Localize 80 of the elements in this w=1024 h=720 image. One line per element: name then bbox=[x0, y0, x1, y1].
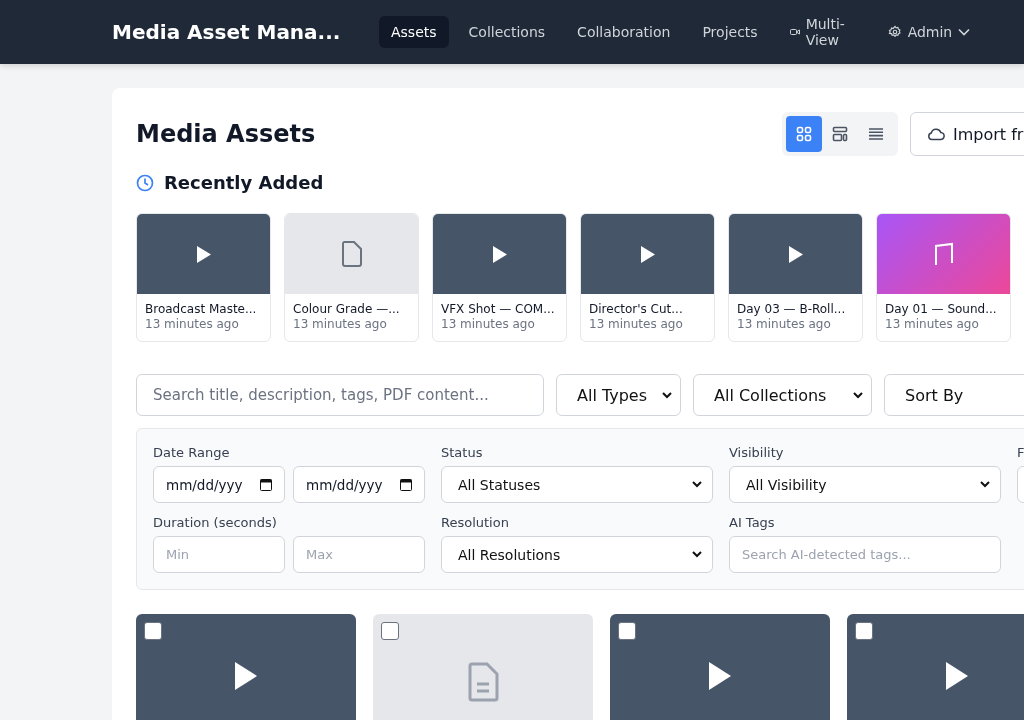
layout-icon bbox=[832, 126, 848, 142]
filter-label: Status bbox=[441, 445, 484, 460]
settings-icon bbox=[887, 25, 902, 39]
list-icon bbox=[868, 126, 884, 142]
asset-card[interactable] bbox=[136, 614, 356, 720]
section-title: Recently Added bbox=[164, 172, 324, 193]
asset-title: VFX Shot — COM... bbox=[441, 302, 556, 316]
filter-label: Resolution bbox=[441, 515, 510, 530]
app-title: Media Asset Mana... bbox=[112, 20, 342, 44]
select-dropdown[interactable]: All Resolutions bbox=[441, 536, 713, 573]
chevron-icon bbox=[980, 481, 990, 488]
play-icon bbox=[235, 662, 257, 690]
calendar-icon bbox=[260, 478, 272, 491]
import-button[interactable]: Import fr bbox=[910, 112, 1024, 156]
document-icon bbox=[467, 662, 499, 702]
number-field[interactable]: Min bbox=[153, 536, 285, 573]
filter-label: F bbox=[1017, 445, 1024, 460]
nav-tab[interactable]: Collections bbox=[456, 16, 558, 48]
recent-asset-card[interactable]: Broadcast Maste... 13 minutes ago bbox=[136, 213, 271, 342]
timestamp: 13 minutes ago bbox=[737, 317, 832, 331]
filter-label: Duration (seconds) bbox=[153, 515, 278, 530]
cloud-icon bbox=[927, 127, 945, 141]
music-note-icon bbox=[933, 242, 954, 266]
play-icon bbox=[709, 662, 731, 690]
play-icon bbox=[788, 245, 803, 263]
play-icon bbox=[640, 245, 655, 263]
checkbox[interactable] bbox=[855, 622, 873, 640]
filter-label: Visibility bbox=[729, 445, 785, 460]
recent-asset-card[interactable]: Colour Grade —... 13 minutes ago bbox=[284, 213, 419, 342]
checkbox[interactable] bbox=[381, 622, 399, 640]
asset-title: Day 01 — Sound... bbox=[885, 302, 998, 316]
chevron-icon bbox=[692, 481, 702, 488]
asset-title: Broadcast Maste... bbox=[145, 302, 258, 316]
dropdown[interactable]: Sort By bbox=[884, 374, 1024, 416]
calendar-icon bbox=[400, 478, 412, 491]
recent-asset-card[interactable]: Director's Cut... 13 minutes ago bbox=[580, 213, 715, 342]
nav-tab[interactable]: Multi-View bbox=[777, 8, 868, 56]
recent-asset-card[interactable]: Day 03 — B-Roll... 13 minutes ago bbox=[728, 213, 863, 342]
chevron-icon bbox=[662, 391, 672, 399]
asset-title: Day 03 — B-Roll... bbox=[737, 302, 847, 316]
chevron-icon bbox=[853, 391, 863, 399]
select-dropdown[interactable]: All Statuses bbox=[441, 466, 713, 503]
select-dropdown[interactable]: All Visibility bbox=[729, 466, 1001, 503]
play-icon bbox=[492, 245, 507, 263]
recent-asset-card[interactable]: VFX Shot — COM... 13 minutes ago bbox=[432, 213, 567, 342]
filter-label: AI Tags bbox=[729, 515, 776, 530]
dropdown[interactable]: All Types bbox=[556, 374, 681, 416]
camera-icon bbox=[789, 28, 800, 36]
search-field[interactable]: Search title, description, tags, PDF content... bbox=[136, 374, 544, 416]
nav-tab[interactable]: Collaboration bbox=[565, 16, 683, 48]
chevron-icon bbox=[692, 551, 702, 558]
asset-title: Director's Cut... bbox=[589, 302, 684, 316]
nav-tab[interactable]: Admin bbox=[875, 16, 983, 48]
play-icon bbox=[196, 245, 211, 263]
checkbox[interactable] bbox=[618, 622, 636, 640]
tags-search-field[interactable]: Search AI-detected tags... bbox=[729, 536, 1001, 573]
timestamp: 13 minutes ago bbox=[441, 317, 536, 331]
grid-icon bbox=[796, 126, 812, 142]
play-icon bbox=[946, 662, 968, 690]
caret-icon bbox=[958, 28, 971, 36]
number-field[interactable]: Max bbox=[293, 536, 425, 573]
timestamp: 13 minutes ago bbox=[885, 317, 980, 331]
timestamp: 13 minutes ago bbox=[293, 317, 388, 331]
page-title: Media Assets bbox=[136, 120, 317, 148]
asset-card[interactable] bbox=[847, 614, 1024, 720]
timestamp: 13 minutes ago bbox=[145, 317, 240, 331]
checkbox[interactable] bbox=[144, 622, 162, 640]
nav-tab[interactable]: Assets bbox=[379, 16, 449, 48]
clock-icon bbox=[136, 173, 154, 192]
recent-asset-card[interactable]: Day 01 — Sound... 13 minutes ago bbox=[876, 213, 1011, 342]
dropdown[interactable]: All Collections bbox=[693, 374, 872, 416]
nav-tab[interactable]: Projects bbox=[690, 16, 770, 48]
asset-card[interactable] bbox=[610, 614, 830, 720]
asset-title: Colour Grade —... bbox=[293, 302, 401, 316]
timestamp: 13 minutes ago bbox=[589, 317, 684, 331]
date-field[interactable]: mm/dd/yyy bbox=[153, 466, 285, 503]
document-icon bbox=[340, 241, 363, 267]
grid-view-button[interactable] bbox=[786, 116, 822, 152]
filter-label: Date Range bbox=[153, 445, 231, 460]
date-field[interactable]: mm/dd/yyy bbox=[293, 466, 425, 503]
